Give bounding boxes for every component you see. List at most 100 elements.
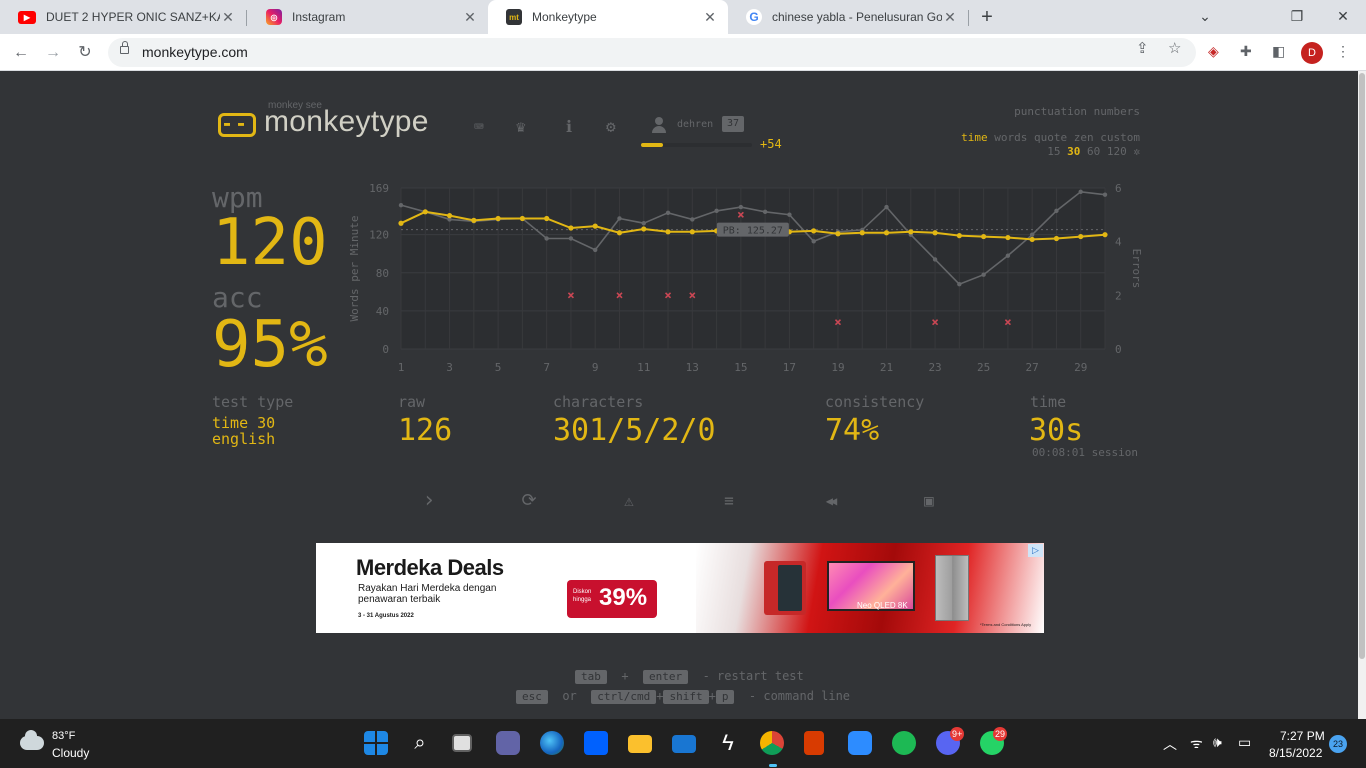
scrollbar-thumb[interactable] [1359, 73, 1365, 659]
volume-icon[interactable]: 🕪 [1213, 734, 1222, 751]
gear-icon[interactable]: ⚙ [606, 117, 616, 136]
forward-button[interactable]: → [40, 40, 66, 66]
zoom-icon[interactable] [848, 731, 872, 755]
teams-chat-icon[interactable] [496, 731, 520, 755]
notification-count[interactable]: 23 [1329, 735, 1347, 753]
weather-temperature[interactable]: 83°F [52, 730, 75, 742]
chart-raw-point [1005, 253, 1011, 258]
chart-wpm-point [883, 230, 890, 236]
tab-title: Monkeytype [532, 10, 597, 24]
adchoices-icon[interactable]: ▷ [1028, 544, 1043, 557]
chart-y-tick-label: 169 [369, 182, 389, 195]
tab-key: tab [575, 670, 607, 684]
task-view-icon[interactable] [452, 734, 472, 752]
chart-raw-point [1102, 192, 1108, 197]
close-window-button[interactable]: ✕ [1320, 0, 1366, 34]
crown-icon[interactable]: ♛ [516, 117, 526, 136]
chart-raw-point [665, 210, 671, 215]
mail-icon[interactable] [672, 735, 696, 753]
extension-shield-icon[interactable]: ◈ [1208, 43, 1219, 60]
close-icon[interactable]: ✕ [702, 9, 718, 26]
url-text[interactable]: monkeytype.com [142, 44, 248, 60]
omnibox[interactable]: monkeytype.com [108, 38, 1196, 67]
test-type-mode: time 30 [212, 414, 276, 432]
profile-avatar[interactable]: D [1301, 42, 1323, 64]
result-chart[interactable]: 0408012016902461 3 5 7 9 11 13 15 17 19 21 23 25 27 29… [345, 176, 1160, 381]
duration-15[interactable]: 15 [1047, 145, 1060, 158]
edge-icon[interactable] [540, 731, 564, 755]
cloud-icon[interactable] [20, 730, 44, 750]
chrome-icon[interactable] [760, 731, 784, 755]
mode-time[interactable]: time [961, 131, 988, 144]
chart-wpm-point [835, 231, 841, 237]
dropbox-icon[interactable] [584, 731, 608, 755]
chart-wpm-point [471, 217, 477, 223]
next-test-button[interactable]: › [417, 490, 441, 512]
tab-google[interactable]: G chinese yabla - Penelusuran Google ✕ [728, 0, 968, 34]
chart-y-tick-label: 80 [376, 267, 389, 280]
chart-wpm-point [689, 229, 695, 235]
clock-time[interactable]: 7:27 PM [1280, 729, 1325, 743]
weather-condition[interactable]: Cloudy [52, 746, 89, 760]
ad-banner[interactable]: Merdeka Deals Rayakan Hari Merdeka denga… [316, 543, 1044, 633]
chart-raw-point [568, 236, 574, 241]
user-icon[interactable] [652, 117, 666, 133]
page-scrollbar[interactable] [1358, 71, 1366, 719]
chart-raw-point [593, 247, 598, 253]
side-panel-icon[interactable]: ◧ [1272, 43, 1285, 60]
chart-wpm-point [859, 230, 865, 236]
keyboard-icon[interactable]: ⌨ [474, 117, 484, 136]
menu-kebab-icon[interactable]: ⋮ [1336, 43, 1350, 60]
chart-wpm-point [956, 233, 962, 239]
duration-60[interactable]: 60 [1087, 145, 1100, 158]
monkeytype-page: ▬ ▬ monkey see monkeytype ⌨ ♛ ℹ ⚙ dehren … [0, 71, 1358, 719]
start-windows-icon[interactable] [364, 731, 388, 755]
tab-search-icon[interactable]: ⌄ [1182, 0, 1228, 34]
file-explorer-icon[interactable] [628, 735, 652, 753]
restore-window-button[interactable]: ❐ [1274, 0, 1320, 34]
duration-30[interactable]: 30 [1067, 145, 1080, 158]
restart-test-button[interactable]: ⟳ [517, 491, 541, 511]
wifi-icon[interactable]: ᯤ [1190, 734, 1203, 753]
lock-icon[interactable] [120, 41, 129, 54]
shift-key: shift [663, 690, 709, 704]
tab-instagram[interactable]: ◎ Instagram ✕ [248, 0, 488, 34]
chart-raw-point [544, 236, 549, 241]
username[interactable]: dehren [677, 119, 713, 130]
new-tab-button[interactable]: + [976, 6, 998, 28]
monkeytype-logo-icon[interactable]: ▬ ▬ [218, 113, 256, 137]
word-history-button[interactable]: ≡ [717, 491, 741, 511]
extensions-puzzle-icon[interactable]: ✚ [1240, 43, 1252, 60]
tab-monkeytype[interactable]: mt Monkeytype ✕ [488, 0, 728, 34]
custom-duration-wrench-icon[interactable]: ✲ [1133, 145, 1140, 158]
bolt-app-icon[interactable]: ϟ [716, 731, 740, 755]
close-icon[interactable]: ✕ [942, 9, 958, 26]
back-button[interactable]: ← [8, 40, 34, 66]
duration-120[interactable]: 120 [1107, 145, 1127, 158]
search-icon[interactable]: ⌕ [408, 731, 432, 755]
reload-button[interactable]: ↻ [72, 40, 98, 66]
wpm-value: 120 [212, 206, 328, 280]
spotify-icon[interactable] [892, 731, 916, 755]
config-duration-row: 15 30 60 120 ✲ [1021, 132, 1140, 171]
xp-bar [641, 143, 752, 147]
time-label: time [1030, 393, 1067, 411]
clock-date[interactable]: 8/15/2022 [1269, 746, 1322, 760]
share-icon[interactable]: ⇪ [1136, 39, 1149, 57]
close-icon[interactable]: ✕ [220, 9, 236, 26]
tab-youtube[interactable]: ▶ DUET 2 HYPER ONIC SANZ+KAIRI ✕ [0, 0, 246, 34]
bookmark-star-icon[interactable]: ☆ [1168, 39, 1181, 57]
office-icon[interactable] [804, 731, 824, 755]
save-screenshot-button[interactable]: ▣ [917, 491, 941, 511]
close-icon[interactable]: ✕ [462, 9, 478, 26]
esc-key: esc [516, 690, 548, 704]
info-icon[interactable]: ℹ [566, 117, 572, 136]
battery-icon[interactable]: ▭ [1238, 734, 1251, 751]
watch-replay-button[interactable]: ◀◀ [815, 491, 845, 511]
practice-words-button[interactable]: ⚠ [617, 491, 641, 511]
chart-wpm-point [1029, 236, 1035, 243]
tray-chevron-icon[interactable]: ︿ [1163, 734, 1177, 754]
config-punctuation-numbers[interactable]: punctuation numbers [1014, 105, 1140, 118]
chart-x-tick-label: 11 [637, 361, 650, 374]
logo-text[interactable]: monkeytype [264, 105, 429, 139]
